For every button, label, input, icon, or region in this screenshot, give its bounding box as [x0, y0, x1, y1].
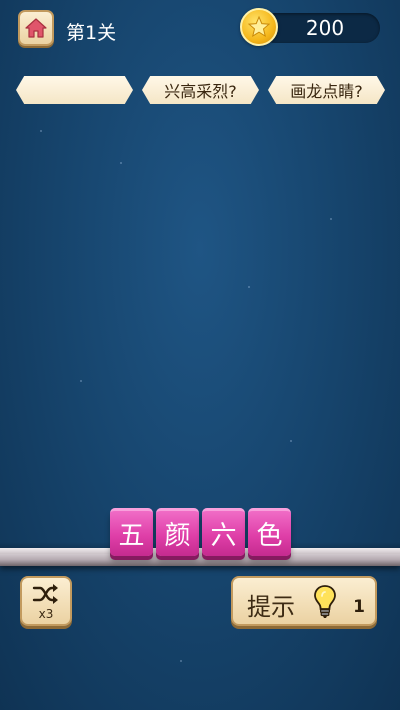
shuffle-icon	[32, 584, 58, 604]
background-speck	[40, 130, 42, 132]
coin-counter: 200	[260, 13, 380, 43]
character-tile[interactable]: 六	[202, 508, 245, 556]
hint-label: 提示	[247, 593, 295, 621]
idiom-tag[interactable]: 画龙点睛?	[268, 76, 385, 104]
background-speck	[330, 218, 332, 220]
character-tile[interactable]: 颜	[156, 508, 199, 556]
coin-value: 200	[305, 16, 345, 40]
character-tile[interactable]: 色	[248, 508, 291, 556]
lightbulb-icon	[314, 585, 336, 618]
idiom-tag-empty[interactable]	[16, 76, 133, 104]
background-speck	[248, 286, 250, 288]
home-button[interactable]	[18, 10, 54, 46]
hint-count: 1	[353, 597, 365, 617]
background-speck	[290, 440, 292, 442]
background-speck	[180, 660, 182, 662]
background-speck	[80, 380, 82, 382]
level-title: 第1关	[66, 22, 117, 44]
shuffle-count: x3	[38, 607, 54, 621]
hint-button[interactable]: 提示 1	[231, 576, 377, 626]
background-speck	[120, 162, 122, 164]
idiom-tag[interactable]: 兴高采烈?	[142, 76, 259, 104]
idiom-tag-label: 画龙点睛?	[290, 82, 363, 101]
home-icon	[25, 18, 47, 38]
shuffle-button[interactable]: x3	[20, 576, 72, 626]
character-tiles: 五 颜 六 色	[110, 508, 291, 556]
idiom-tag-label: 兴高采烈?	[164, 82, 237, 101]
character-tile[interactable]: 五	[110, 508, 153, 556]
star-coin-icon	[240, 8, 278, 46]
